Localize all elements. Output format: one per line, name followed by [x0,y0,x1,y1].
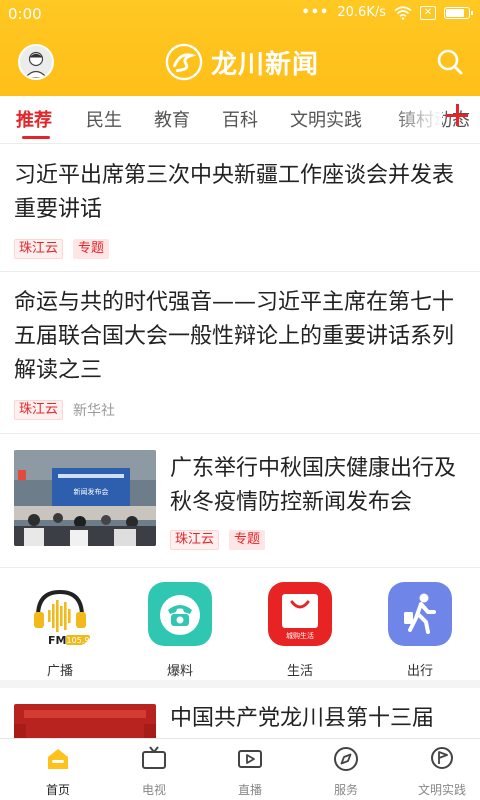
app-name: 龙川新闻 [211,49,320,80]
service-radio[interactable]: FM 105.9 广播 [15,582,105,679]
news-title: 命运与共的时代强音——习近平主席在第七十五届联合国大会一般性辩论上的重要讲话系列… [14,290,455,383]
sim-status-icon: ✕ [420,5,436,20]
network-speed: 20.6K/s [337,5,386,20]
avatar[interactable] [18,44,54,80]
tab-recommend[interactable]: 推荐 [16,106,52,132]
tab-education[interactable]: 教育 [154,106,190,132]
tab-fade-overlay [390,96,442,143]
nav-service[interactable]: 服务 [298,745,394,798]
topic-badge: 专题 [73,239,110,259]
walking-person-icon [388,582,452,646]
tab-encyclopedia[interactable]: 百科 [222,106,258,132]
user-avatar-icon [20,46,52,78]
news-item[interactable]: 命运与共的时代强音——习近平主席在第七十五届联合国大会一般性辩论上的重要讲话系列… [0,272,480,434]
wifi-icon [394,5,412,20]
service-report[interactable]: 爆料 [135,582,225,679]
status-indicators: ••• 20.6K/s ✕ [301,5,473,20]
bottom-navigation: 首页 电视 直播 服务 文明实践 [0,738,480,800]
status-bar: 0:00 ••• 20.6K/s ✕ [0,0,480,28]
telephone-icon [148,582,212,646]
shopping-bag-icon: 城购生活 [268,582,332,646]
home-icon [48,749,68,769]
app-header: 0:00 ••• 20.6K/s ✕ 龙川新闻 [0,0,480,96]
service-label: 出行 [406,664,433,679]
quick-services: FM 105.9 广播 爆料 城购生活 生活 出行 [0,570,480,688]
compass-icon [334,747,358,771]
live-video-icon [238,750,262,768]
news-thumbnail [14,704,156,738]
nav-tv[interactable]: 电视 [106,745,202,798]
news-item[interactable]: 中国共产党龙川县第十三届 [0,696,480,738]
tv-icon [142,746,166,769]
service-label: 生活 [286,664,313,679]
source-badge: 珠江云 [14,400,64,420]
news-thumbnail: 新闻发布会 [14,450,156,546]
fm-frequency: 105.9 [67,636,90,645]
thumbnail-caption: 新闻发布会 [74,487,109,496]
nav-label: 服务 [333,783,358,797]
nav-label: 直播 [237,783,262,797]
news-meta: 珠江云 专题 [14,239,110,259]
news-title: 广东举行中秋国庆健康出行及秋冬疫情防控新闻发布会 [170,456,457,515]
status-time: 0:00 [8,5,42,23]
nav-civilization[interactable]: 文明实践 [394,745,480,798]
nav-label: 电视 [141,783,166,797]
news-title: 习近平出席第三次中央新疆工作座谈会并发表重要讲话 [14,163,455,222]
tab-civilization-practice[interactable]: 文明实践 [290,106,362,132]
service-travel[interactable]: 出行 [375,582,465,679]
press-conference-image: 新闻发布会 [14,450,156,546]
topic-badge: 专题 [229,530,266,550]
news-item[interactable]: 新闻发布会 广东举行中秋国庆健康出行及秋冬疫情防控新闻发布会 珠江云 专题 [0,434,480,568]
news-meta: 珠江云 专题 [170,530,266,550]
news-meta: 珠江云 新华社 [14,400,115,420]
service-label: 爆料 [166,664,193,679]
nav-label: 首页 [45,783,70,797]
life-icon-text: 城购生活 [286,631,314,640]
search-icon[interactable] [436,48,464,76]
fm-text: FM [48,634,66,646]
source-badge: 珠江云 [14,239,64,259]
news-item[interactable]: 习近平出席第三次中央新疆工作座谈会并发表重要讲话 珠江云 专题 [0,145,480,272]
logo-swirl-icon [165,43,203,81]
flag-pin-icon [431,747,453,769]
source-badge: 珠江云 [170,530,220,550]
category-tabs: 推荐 民生 教育 百科 文明实践 镇村动态 [0,96,480,144]
add-channel-icon[interactable] [446,104,468,126]
fm-radio-icon: FM 105.9 [34,589,90,647]
nav-live[interactable]: 直播 [202,745,298,798]
party-congress-image [14,704,156,738]
tab-livelihood[interactable]: 民生 [86,106,122,132]
source-text: 新华社 [73,403,116,419]
nav-home[interactable]: 首页 [10,745,106,798]
service-life[interactable]: 城购生活 生活 [255,582,345,679]
battery-icon [444,6,473,19]
more-dots: ••• [301,5,330,20]
app-bar: 龙川新闻 [0,28,480,96]
active-tab-indicator [22,136,50,139]
service-label: 广播 [46,664,73,679]
nav-label: 文明实践 [417,783,466,797]
news-title: 中国共产党龙川县第十三届 [170,706,435,731]
app-logo: 龙川新闻 [165,40,319,84]
